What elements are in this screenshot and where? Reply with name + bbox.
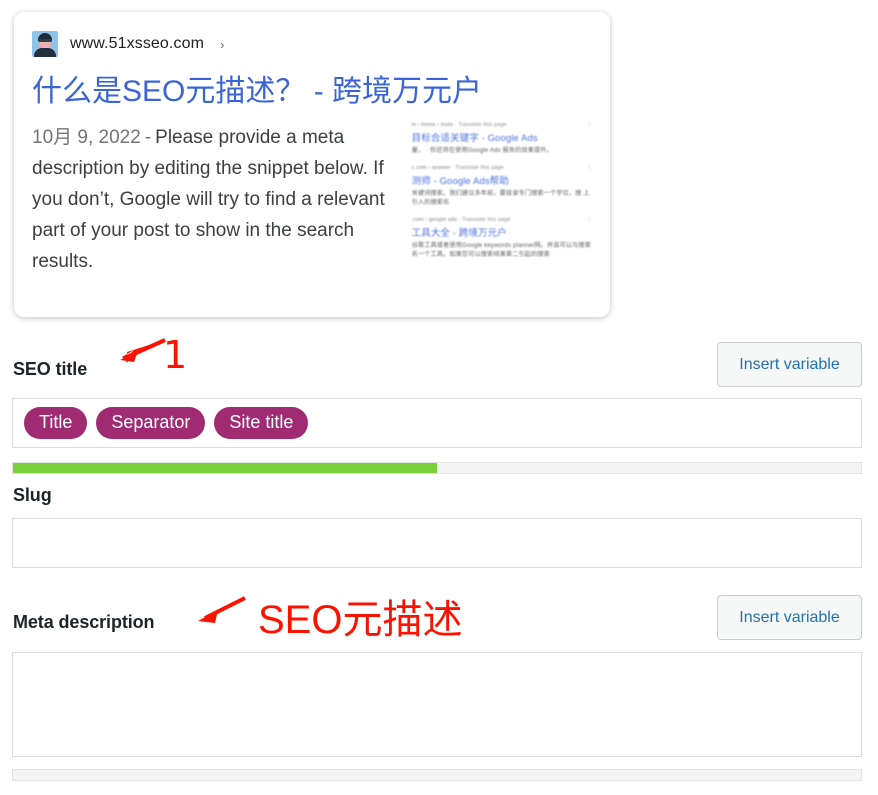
annotation-number-1: 1 <box>163 333 188 377</box>
slug-input[interactable] <box>12 518 862 568</box>
snippet-url-row: www.51xsseo.com › <box>32 28 592 60</box>
serp-thumbnail-image: ⋮ m › home › tools · Translate this page… <box>412 122 592 272</box>
serp-breadcrumb: ⋮ .com › google ads · Translate this pag… <box>411 217 592 223</box>
snippet-date-separator: - <box>144 127 152 148</box>
snippet-title-link[interactable]: 什么是SEO元描述？ - 跨境万元户 <box>32 74 592 110</box>
variable-pill-site-title[interactable]: Site title <box>214 407 309 439</box>
serp-result-item: ⋮ m › home › tools · Translate this page… <box>412 122 592 155</box>
red-arrow-icon <box>198 596 246 623</box>
serp-translate-link: Translate this page <box>458 122 507 128</box>
serp-kebab-menu-icon: ⋮ <box>586 122 592 128</box>
chevron-right-icon: › <box>220 36 225 52</box>
serp-translate-link: Translate this page <box>462 217 511 223</box>
site-avatar-favicon <box>32 31 58 57</box>
red-arrow-icon <box>120 338 166 363</box>
google-snippet-preview-card: www.51xsseo.com › 什么是SEO元描述？ - 跨境万元户 10月… <box>14 12 610 317</box>
seo-title-input[interactable]: Title Separator Site title <box>12 398 862 448</box>
serp-kebab-menu-icon: ⋮ <box>586 165 592 171</box>
snippet-url: www.51xsseo.com <box>70 35 204 52</box>
serp-kebab-menu-icon: ⋮ <box>586 217 592 223</box>
seo-title-insert-variable-button[interactable]: Insert variable <box>717 342 862 387</box>
serp-result-item: ⋮ c.com › answer · Translate this page 测… <box>412 165 592 207</box>
snippet-date: 10月 9, 2022 <box>32 127 141 148</box>
meta-description-input[interactable] <box>12 652 862 757</box>
serp-breadcrumb: ⋮ m › home › tools · Translate this page <box>411 122 592 128</box>
annotation-seo-meta-description: SEO元描述 <box>258 598 463 642</box>
snippet-description-text: Please provide a meta description by edi… <box>32 127 385 272</box>
slug-label: Slug <box>13 485 52 505</box>
serp-result-heading: 测师 - Google Ads帮助 <box>411 176 509 187</box>
serp-result-snippet: 谷歌工具或者使用Google keywords planner网。并且可以与搜索… <box>411 242 591 258</box>
seo-title-progress-fill <box>13 463 437 473</box>
serp-result-heading: 工具大全 - 跨境万元户 <box>411 228 507 239</box>
snippet-description: 10月 9, 2022- Please provide a meta descri… <box>32 122 398 277</box>
variable-pill-separator[interactable]: Separator <box>96 407 206 439</box>
seo-title-length-progress-bar <box>12 462 862 474</box>
meta-description-label: Meta description <box>13 612 155 632</box>
serp-translate-link: Translate this page <box>455 165 504 171</box>
meta-description-length-progress-bar <box>12 769 862 781</box>
serp-result-item: ⋮ .com › google ads · Translate this pag… <box>412 217 592 259</box>
variable-pill-title[interactable]: Title <box>24 407 88 439</box>
snippet-body: 10月 9, 2022- Please provide a meta descri… <box>32 122 592 277</box>
seo-title-label: SEO title <box>13 359 88 379</box>
meta-description-insert-variable-button[interactable]: Insert variable <box>717 595 862 640</box>
serp-result-heading: 目标合适关键字 - Google Ads <box>411 133 538 144</box>
serp-breadcrumb: ⋮ c.com › answer · Translate this page <box>411 165 592 171</box>
serp-result-snippet: 量， · 你还将在使用Google Ads 报告的效果提升。 <box>411 147 553 154</box>
seo-title-variable-pills: Title Separator Site title <box>13 399 861 447</box>
serp-result-snippet: 关键词搜索。我们建议多年前，要目录专门搜索一个学位，搜 上引入的搜索名 <box>411 190 590 206</box>
